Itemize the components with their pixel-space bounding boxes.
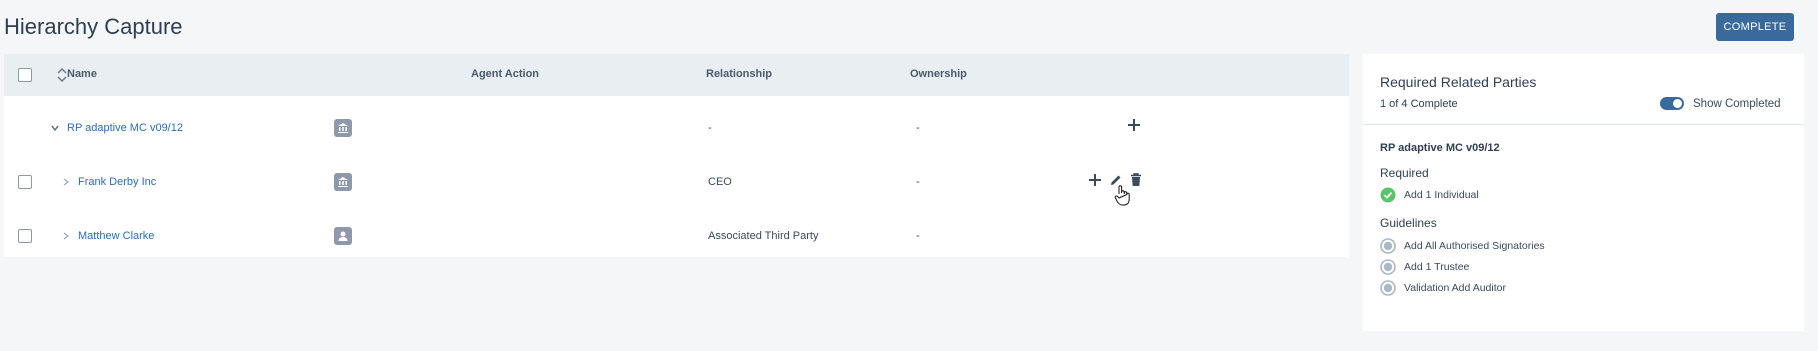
pending-circle-icon (1380, 238, 1396, 254)
row-checkbox[interactable] (18, 175, 32, 189)
complete-button[interactable]: COMPLETE (1716, 13, 1794, 41)
requirement-label: Add 1 Individual (1404, 189, 1479, 201)
page-title: Hierarchy Capture (4, 14, 183, 39)
guideline-item: Add All Authorised Signatories (1380, 238, 1545, 254)
row-relationship: - (708, 122, 712, 134)
show-completed-toggle[interactable] (1660, 97, 1684, 110)
guideline-item: Add 1 Trustee (1380, 259, 1469, 275)
person-icon (334, 227, 352, 245)
row-name-link[interactable]: Frank Derby Inc (78, 176, 156, 188)
chevron-right-icon[interactable] (62, 231, 70, 241)
check-circle-icon (1380, 187, 1396, 203)
row-name-link[interactable]: Matthew Clarke (78, 230, 154, 242)
guideline-item: Validation Add Auditor (1380, 280, 1506, 296)
divider (1363, 124, 1804, 125)
row-relationship: CEO (708, 176, 732, 188)
requirement-item: Add 1 Individual (1380, 187, 1479, 203)
column-header-name[interactable]: Name (67, 68, 97, 80)
entity-name: RP adaptive MC v09/12 (1380, 142, 1500, 154)
chevron-right-icon[interactable] (62, 177, 70, 187)
add-icon[interactable] (1127, 118, 1141, 132)
table-header: Name Agent Action Relationship Ownership (4, 54, 1349, 96)
add-icon[interactable] (1088, 173, 1102, 187)
column-header-ownership: Ownership (910, 68, 967, 80)
select-all-checkbox[interactable] (18, 68, 32, 82)
guideline-label: Add 1 Trustee (1404, 261, 1470, 273)
guideline-label: Validation Add Auditor (1404, 282, 1506, 294)
guideline-label: Add All Authorised Signatories (1404, 240, 1545, 252)
building-icon (334, 119, 352, 137)
table-row: Matthew Clarke Associated Third Party - (4, 209, 1349, 263)
completion-progress: 1 of 4 Complete (1380, 98, 1458, 110)
chevron-down-icon[interactable] (50, 123, 60, 133)
pending-circle-icon (1380, 259, 1396, 275)
row-checkbox[interactable] (18, 229, 32, 243)
row-ownership: - (916, 230, 920, 242)
table-row: Frank Derby Inc CEO - (4, 155, 1349, 209)
required-heading: Required (1380, 166, 1429, 180)
panel-title: Required Related Parties (1380, 74, 1537, 90)
row-name-link[interactable]: RP adaptive MC v09/12 (67, 122, 183, 134)
hand-cursor-icon (1114, 185, 1130, 206)
table-row: RP adaptive MC v09/12 - - (4, 101, 1349, 155)
hierarchy-table: Name Agent Action Relationship Ownership… (4, 54, 1349, 257)
row-relationship: Associated Third Party (708, 230, 819, 242)
sort-icon[interactable] (57, 67, 67, 83)
building-icon (334, 173, 352, 191)
show-completed-label: Show Completed (1693, 98, 1781, 110)
row-ownership: - (916, 176, 920, 188)
row-ownership: - (916, 122, 920, 134)
column-header-agent-action: Agent Action (471, 68, 540, 80)
column-header-relationship: Relationship (706, 68, 773, 80)
required-related-parties-panel: Required Related Parties 1 of 4 Complete… (1363, 54, 1804, 331)
guidelines-heading: Guidelines (1380, 216, 1437, 230)
delete-icon[interactable] (1130, 173, 1142, 187)
pending-circle-icon (1380, 280, 1396, 296)
